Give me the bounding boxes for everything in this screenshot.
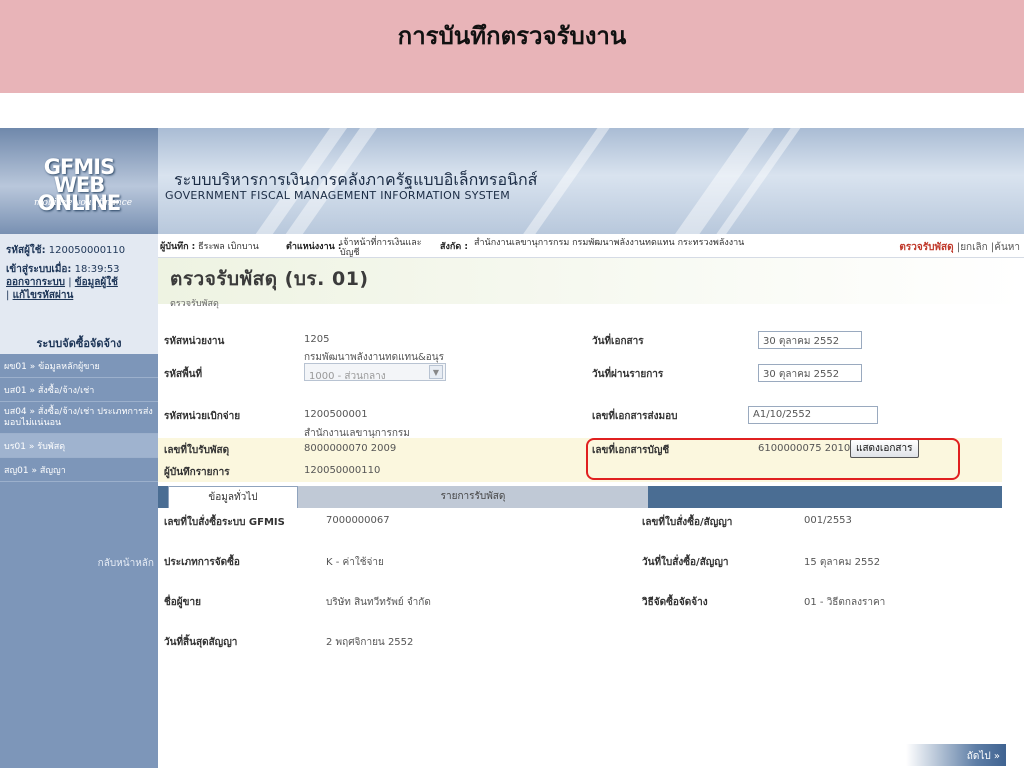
recorder-name: ธีระพล เบิกบาน	[198, 242, 259, 252]
area-select[interactable]: 1000 - ส่วนกลาง ▼	[304, 363, 446, 382]
sidebar-item-code: สญ01 »	[4, 465, 37, 476]
page-title: ตรวจรับพัสดุ (บร. 01)	[170, 268, 369, 290]
sidebar: รหัสผู้ใช้: 120050000110 เข้าสู่ระบบเมื่…	[0, 234, 158, 768]
main-content: ตรวจรับพัสดุ (บร. 01) ตรวจรับพัสดุ รหัสห…	[158, 258, 1024, 768]
method: 01 - วิธีตกลงราคา	[804, 597, 886, 608]
delivery-doc-field[interactable]: A1/10/2552	[748, 406, 878, 424]
logout-link[interactable]: ออกจากระบบ	[6, 277, 65, 288]
sidebar-item-code: บร01 »	[4, 441, 35, 452]
next-button-label: ถัดไป »	[966, 751, 1000, 762]
recorder-label: ผู้บันทึกรายการ	[164, 467, 230, 478]
user-panel: รหัสผู้ใช้: 120050000110 เข้าสู่ระบบเมื่…	[0, 234, 158, 334]
po-gfmis: 7000000067	[326, 515, 390, 526]
post-date-label: วันที่ผ่านรายการ	[592, 369, 664, 380]
end-date: 2 พฤศจิกายน 2552	[326, 637, 414, 648]
tab-items[interactable]: รายการรับพัสดุ	[298, 486, 648, 508]
page-subtitle: ตรวจรับพัสดุ	[170, 299, 219, 309]
user-info-link[interactable]: ข้อมูลผู้ใช้	[75, 277, 118, 288]
unit-code: 1205	[304, 334, 330, 345]
detail-row-4: วันที่สิ้นสุดสัญญา 2 พฤศจิกายน 2552	[158, 630, 1002, 652]
doc-date-field[interactable]: 30 ตุลาคม 2552	[758, 331, 862, 349]
sidebar-item-label: รับพัสดุ	[37, 441, 66, 452]
user-info-bar: ผู้บันทึก : ธีระพล เบิกบาน ตำแหน่งงาน : …	[158, 234, 1024, 258]
sidebar-item-po-uncertain[interactable]: บส04 » สั่งซื้อ/จ้าง/เช่า ประเภทการส่งมอ…	[0, 402, 158, 434]
header-banner: GFMIS WEB ONLINE mobilize your finance ระ…	[0, 128, 1024, 234]
sidebar-item-vendor[interactable]: ผข01 » ข้อมูลหลักผู้ขาย	[0, 354, 158, 378]
tab-general[interactable]: ข้อมูลทั่วไป	[168, 486, 298, 508]
system-title-en: GOVERNMENT FISCAL MANAGEMENT INFORMATION…	[165, 189, 511, 202]
sidebar-item-label: ข้อมูลหลักผู้ขาย	[38, 361, 100, 372]
sidebar-item-code: ผข01 »	[4, 361, 36, 372]
receipt-no-label: เลขที่ใบรับพัสดุ	[164, 445, 230, 456]
detail-row-1: เลขที่ใบสั่งซื้อระบบ GFMIS 7000000067 เล…	[158, 510, 1002, 532]
doc-date-label: วันที่เอกสาร	[592, 336, 644, 347]
slide-title-bar: การบันทึกตรวจรับงาน	[0, 0, 1024, 93]
sidebar-section-title: ระบบจัดซื้อจัดจ้าง	[0, 334, 158, 354]
user-id-label: รหัสผู้ใช้:	[6, 245, 46, 256]
recorder-id: 120050000110	[304, 465, 381, 476]
sidebar-item-label: สัญญา	[39, 465, 66, 476]
position-value: เจ้าหน้าที่การเงินและบัญชี	[340, 238, 422, 258]
gfmis-app: GFMIS WEB ONLINE mobilize your finance ระ…	[0, 128, 1024, 768]
slide-title: การบันทึกตรวจรับงาน	[397, 21, 627, 50]
recorder-label: ผู้บันทึก :	[160, 242, 196, 252]
chevron-down-icon: ▼	[429, 365, 443, 379]
search-link[interactable]: ค้นหา	[994, 242, 1020, 253]
sidebar-item-po[interactable]: บส01 » สั่งซื้อ/จ้าง/เช่า	[0, 378, 158, 402]
po-contract-label: เลขที่ใบสั่งซื้อ/สัญญา	[642, 517, 733, 528]
position-label: ตำแหน่งงาน :	[286, 242, 342, 252]
gfmis-logo[interactable]: GFMIS WEB ONLINE mobilize your finance	[0, 128, 158, 234]
end-date-label: วันที่สิ้นสุดสัญญา	[164, 637, 238, 648]
sidebar-item-contract[interactable]: สญ01 » สัญญา	[0, 458, 158, 482]
tab-bar: ข้อมูลทั่วไป รายการรับพัสดุ	[158, 486, 1002, 508]
logo-tagline: mobilize your finance	[34, 198, 133, 208]
po-contract: 001/2553	[804, 515, 852, 526]
next-button[interactable]: ถัดไป »	[906, 744, 1006, 766]
sidebar-item-code: บส01 »	[4, 385, 36, 396]
receive-link[interactable]: ตรวจรับพัสดุ	[899, 242, 953, 253]
post-date-field[interactable]: 30 ตุลาคม 2552	[758, 364, 862, 382]
login-time-label: เข้าสู่ระบบเมื่อ:	[6, 264, 72, 275]
page-header: ตรวจรับพัสดุ (บร. 01) ตรวจรับพัสดุ	[158, 258, 1024, 309]
vendor: บริษัท สินทวีทรัพย์ จำกัด	[326, 597, 431, 608]
home-link[interactable]: กลับหน้าหลัก	[98, 556, 154, 571]
area-label: รหัสพื้นที่	[164, 369, 203, 380]
affiliation-value: สำนักงานเลขานุการกรม กรมพัฒนาพลังงานทดแท…	[474, 238, 745, 248]
receipt-no: 8000000070 2009	[304, 443, 397, 454]
delivery-doc-label: เลขที่เอกสารส่งมอบ	[592, 411, 678, 422]
row-disb-unit: รหัสหน่วยเบิกจ่าย 1200500001 เลขที่เอกสา…	[158, 404, 1002, 426]
sidebar-item-label: สั่งซื้อ/จ้าง/เช่า	[37, 385, 95, 396]
change-password-link[interactable]: แก้ไขรหัสผ่าน	[13, 290, 74, 301]
po-date-label: วันที่ใบสั่งซื้อ/สัญญา	[642, 557, 729, 568]
po-gfmis-label: เลขที่ใบสั่งซื้อระบบ GFMIS	[164, 517, 285, 528]
row-area: รหัสพื้นที่ 1000 - ส่วนกลาง ▼ วันที่ผ่านร…	[158, 362, 1002, 384]
disb-unit-label: รหัสหน่วยเบิกจ่าย	[164, 411, 241, 422]
highlight-annotation	[586, 438, 960, 480]
affiliation-label: สังกัด :	[440, 242, 468, 252]
top-links: ตรวจรับพัสดุ |ยกเลิก |ค้นหา	[899, 242, 1020, 253]
vendor-label: ชื่อผู้ขาย	[164, 597, 201, 608]
login-time: 18:39:53	[74, 264, 120, 275]
sidebar-item-receive[interactable]: บร01 » รับพัสดุ	[0, 434, 158, 458]
sidebar-item-code: บส04 »	[4, 406, 36, 417]
disb-unit: 1200500001	[304, 409, 368, 420]
purchase-type: K - ค่าใช้จ่าย	[326, 557, 384, 568]
unit-code-label: รหัสหน่วยงาน	[164, 336, 225, 347]
purchase-type-label: ประเภทการจัดซื้อ	[164, 557, 240, 568]
user-id: 120050000110	[48, 245, 126, 256]
detail-row-3: ชื่อผู้ขาย บริษัท สินทวีทรัพย์ จำกัด วิธ…	[158, 590, 1002, 612]
method-label: วิธีจัดซื้อจัดจ้าง	[642, 597, 708, 608]
po-date: 15 ตุลาคม 2552	[804, 557, 881, 568]
cancel-link[interactable]: ยกเลิก	[960, 242, 988, 253]
detail-row-2: ประเภทการจัดซื้อ K - ค่าใช้จ่าย วันที่ใบ…	[158, 550, 1002, 572]
area-value: 1000 - ส่วนกลาง	[309, 371, 386, 382]
